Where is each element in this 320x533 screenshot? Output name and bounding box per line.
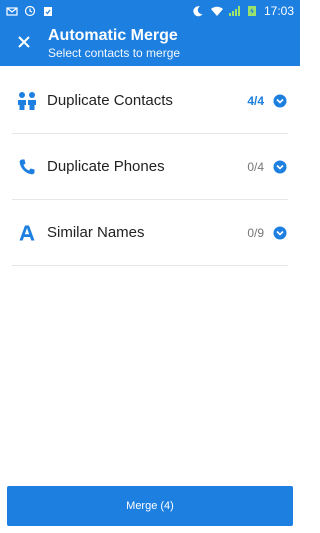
category-row-similar-names[interactable]: Similar Names 0/9 bbox=[12, 200, 288, 266]
category-count: 0/4 bbox=[247, 159, 264, 174]
merge-button-label: Merge (4) bbox=[126, 500, 174, 512]
phone-icon bbox=[12, 152, 42, 182]
category-list: Duplicate Contacts 4/4 Duplicate Phones … bbox=[0, 68, 300, 266]
chevron-down-icon[interactable] bbox=[272, 225, 288, 241]
clock-icon bbox=[24, 5, 36, 17]
category-row-duplicate-contacts[interactable]: Duplicate Contacts 4/4 bbox=[12, 68, 288, 134]
merge-button[interactable]: Merge (4) bbox=[7, 486, 293, 526]
category-row-duplicate-phones[interactable]: Duplicate Phones 0/4 bbox=[12, 134, 288, 200]
signal-icon bbox=[228, 5, 240, 17]
chevron-down-icon[interactable] bbox=[272, 93, 288, 109]
mail-icon bbox=[6, 5, 18, 17]
chevron-down-icon[interactable] bbox=[272, 159, 288, 175]
letter-a-icon bbox=[12, 218, 42, 248]
page-subtitle: Select contacts to merge bbox=[48, 46, 181, 60]
category-count: 0/9 bbox=[247, 225, 264, 240]
task-icon bbox=[42, 5, 54, 17]
app-bar: Automatic Merge Select contacts to merge bbox=[0, 22, 300, 66]
category-label: Duplicate Phones bbox=[47, 158, 165, 175]
people-icon bbox=[12, 86, 42, 116]
close-icon bbox=[17, 35, 31, 54]
moon-icon bbox=[192, 5, 204, 17]
category-count: 4/4 bbox=[247, 93, 264, 108]
category-label: Duplicate Contacts bbox=[47, 92, 173, 109]
category-label: Similar Names bbox=[47, 224, 145, 241]
wifi-icon bbox=[210, 5, 223, 17]
status-time: 17:03 bbox=[263, 4, 294, 18]
close-button[interactable] bbox=[0, 22, 48, 66]
battery-charging-icon bbox=[246, 5, 258, 17]
page-title: Automatic Merge bbox=[48, 27, 178, 44]
status-bar: 17:03 bbox=[0, 0, 300, 22]
